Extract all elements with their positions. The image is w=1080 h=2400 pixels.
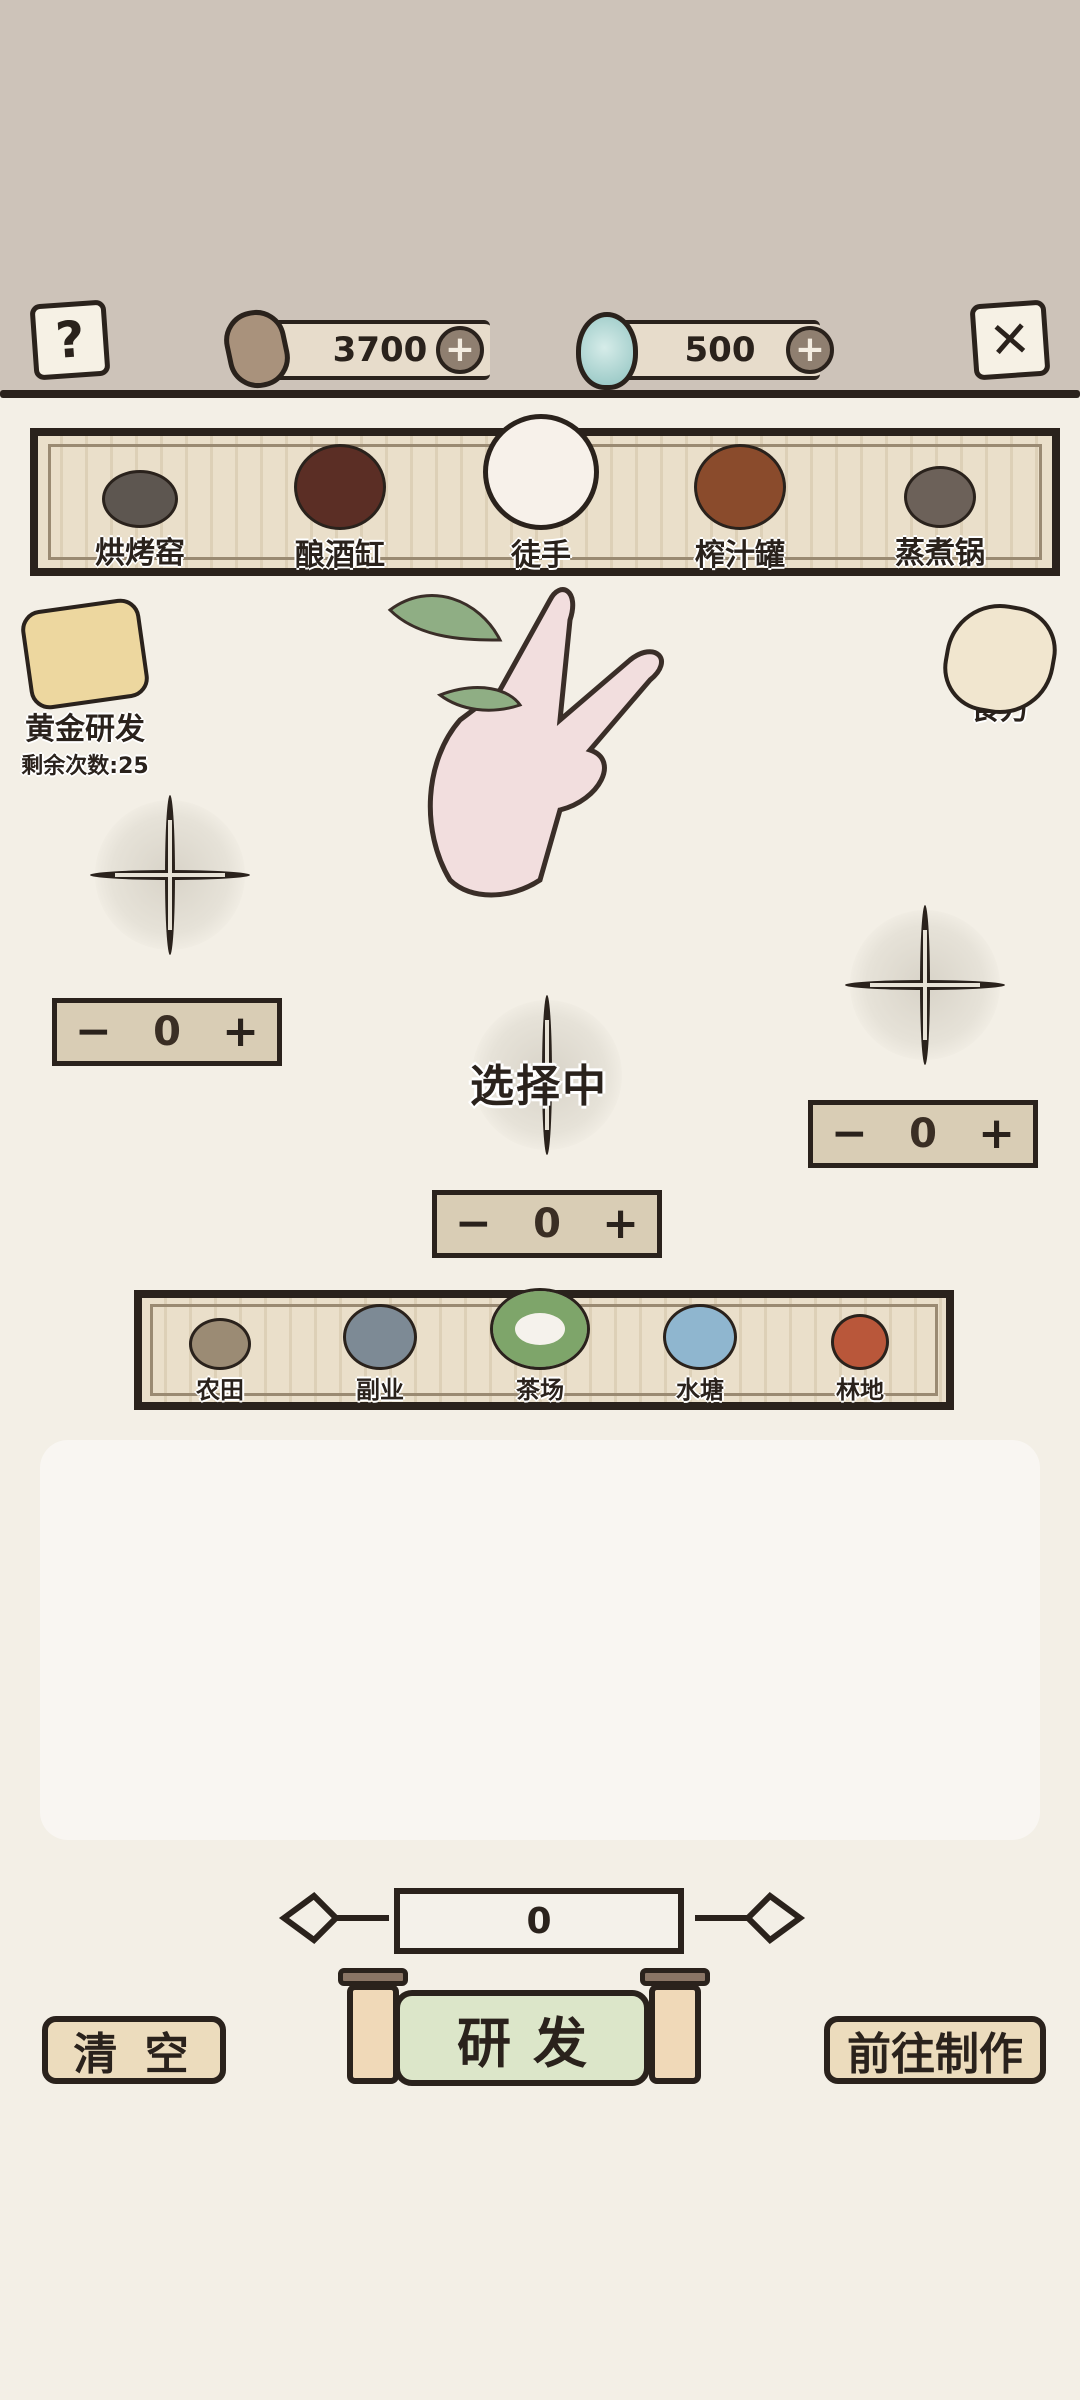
hand-illustration [387,587,664,898]
amount-display: 0 [394,1888,684,1954]
station-wine-jar[interactable]: 酿酒缸 [280,444,400,574]
wine-jar-icon [294,444,386,530]
research-label: 研发 [457,2011,609,2075]
gem-icon [576,312,638,390]
juice-barrel-icon [694,444,786,530]
question-icon: ? [53,310,87,370]
station-hand-selected[interactable]: 徒手 [478,414,604,574]
gold-research-button[interactable]: 黄金研发 剩余次数:25 [10,596,160,780]
gold-ingot-icon [18,596,152,712]
counter-right: − 0 + [808,1100,1038,1168]
clear-button[interactable]: 清 空 [42,2016,226,2084]
minus-button[interactable]: − [75,1010,112,1054]
source-label: 农田 [196,1376,244,1404]
station-steam-pot[interactable]: 蒸煮锅 [880,466,1000,572]
source-label: 副业 [356,1376,404,1404]
counter-value: 0 [909,1111,937,1157]
station-label: 蒸煮锅 [895,536,985,571]
coin-add-button[interactable]: + [436,326,484,374]
sideline-icon [343,1304,417,1370]
ingredient-slot-right[interactable] [840,900,1010,1070]
source-farm[interactable]: 农田 [170,1318,270,1405]
ingredient-slot-left[interactable] [85,790,255,960]
tea-field-icon [490,1288,590,1370]
close-icon: ✕ [987,309,1033,371]
source-label: 水塘 [676,1376,724,1404]
station-kiln[interactable]: 烘烤窑 [80,470,200,572]
plus-button[interactable]: + [602,1202,639,1246]
forest-icon [831,1314,889,1370]
recipe-button[interactable]: 食方 [936,595,1064,728]
source-tea-field-selected[interactable]: 茶场 [488,1288,592,1405]
station-juice-barrel[interactable]: 榨汁罐 [680,444,800,574]
lantern-right-icon [649,1984,701,2084]
gem-amount: 500 [684,330,756,370]
source-pond[interactable]: 水塘 [650,1304,750,1405]
close-button[interactable]: ✕ [969,299,1051,381]
station-label: 徒手 [511,538,571,573]
goto-make-button[interactable]: 前往制作 [824,2016,1046,2084]
kiln-pig-icon [102,470,178,528]
source-sideline[interactable]: 副业 [330,1304,430,1405]
top-divider [0,390,1080,398]
source-label: 茶场 [516,1376,564,1404]
counter-left: − 0 + [52,998,282,1066]
source-forest[interactable]: 林地 [810,1314,910,1405]
goto-make-label: 前往制作 [847,2029,1023,2080]
top-background [0,0,1080,395]
amount-value: 0 [526,1900,552,1942]
recipe-scroll-icon [936,595,1064,723]
plus-button[interactable]: + [978,1112,1015,1156]
remaining-count: 剩余次数:25 [21,754,149,779]
info-panel [40,1440,1040,1840]
gold-research-label: 黄金研发 [25,712,145,747]
selecting-label: 选择中 [470,1061,608,1112]
counter-center: − 0 + [432,1190,662,1258]
minus-button[interactable]: − [455,1202,492,1246]
source-label: 林地 [836,1376,884,1404]
gem-add-button[interactable]: + [786,326,834,374]
pond-icon [663,1304,737,1370]
help-button[interactable]: ? [29,299,111,381]
plus-button[interactable]: + [222,1010,259,1054]
research-button[interactable]: 研发 [394,1990,650,2086]
steam-pot-icon [904,466,976,528]
coin-amount: 3700 [332,330,428,370]
left-ornament-icon [278,1892,389,1944]
minus-button[interactable]: − [831,1112,868,1156]
counter-value: 0 [533,1201,561,1247]
lantern-left-icon [347,1984,399,2084]
hand-icon [483,414,599,530]
station-label: 烘烤窑 [95,536,185,571]
station-label: 酿酒缸 [295,538,385,573]
counter-value: 0 [153,1009,181,1055]
station-label: 榨汁罐 [695,538,785,573]
clear-label: 清 空 [73,2029,195,2080]
farm-icon [189,1318,251,1370]
right-ornament-icon [695,1892,806,1944]
